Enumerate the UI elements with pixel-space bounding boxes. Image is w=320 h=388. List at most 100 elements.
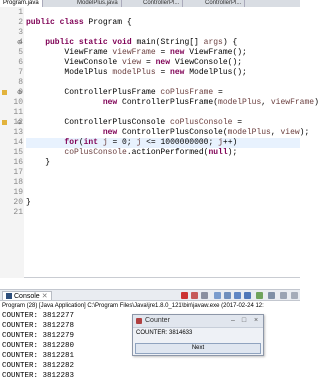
maximize-icon[interactable]: □ (240, 317, 248, 325)
console-tab[interactable]: Console ✕ (2, 291, 52, 300)
code-line[interactable] (26, 108, 300, 118)
remove-launch-icon[interactable] (191, 292, 198, 299)
code-line[interactable]: new ControllerPlusConsole(modelPlus, vie… (26, 128, 309, 138)
code-line[interactable]: public class Program { (26, 18, 300, 28)
line-number: 14 (13, 138, 23, 147)
code-line[interactable]: } (26, 198, 300, 208)
code-line[interactable] (26, 168, 300, 178)
line-number: 1 (18, 8, 23, 17)
variable-token: coPlusConsole (170, 118, 233, 127)
code-line[interactable]: ViewConsole view = new ViewConsole(); (26, 58, 300, 68)
fold-toggle-icon[interactable]: ⊖ (17, 89, 22, 96)
editor-tab-bar: Program.java ModelPlus.java ControllerPl… (0, 0, 300, 7)
fold-toggle-icon[interactable]: ⊖ (17, 39, 22, 46)
code-token: ModelPlus (26, 68, 113, 77)
keyword-token: public (26, 18, 60, 27)
word-wrap-icon[interactable] (234, 292, 241, 299)
code-line[interactable]: ControllerPlusFrame coPlusFrame = (26, 88, 300, 98)
scroll-lock-icon[interactable] (224, 292, 231, 299)
code-line[interactable] (26, 188, 300, 198)
console-line: COUNTER: 3812278 (2, 322, 75, 330)
code-token: = (213, 88, 223, 97)
tab-modelplus-java[interactable]: ModelPlus.java (74, 0, 122, 7)
console-line: COUNTER: 3812282 (2, 362, 75, 370)
variable-token: view (280, 128, 300, 137)
code-editor[interactable]: 1 2 3 4 5 6 7 8 9 10 11 12 13 14 15 16 17 18 19 20 21 ⊖ ⊖ ⊖ pub… (0, 7, 320, 278)
console-line: COUNTER: 3812280 (2, 342, 75, 350)
variable-token: viewFrame (270, 98, 315, 107)
clear-console-icon[interactable] (214, 292, 221, 299)
keyword-token: int (83, 138, 103, 147)
code-line[interactable] (26, 178, 300, 188)
code-line[interactable] (26, 8, 300, 18)
tab-controllerplus-1[interactable]: ControllerPl... (140, 0, 184, 7)
console-line: COUNTER: 3812277 (2, 312, 75, 320)
code-line[interactable] (26, 78, 300, 88)
code-line[interactable]: new ControllerPlusFrame(modelPlus, viewF… (26, 98, 320, 108)
line-number: 6 (18, 58, 23, 67)
code-token: ViewFrame(); (189, 48, 247, 57)
terminate-icon[interactable] (181, 292, 188, 299)
code-line[interactable]: ControllerPlusConsole coPlusConsole = (26, 118, 300, 128)
line-number: 17 (13, 168, 23, 177)
code-line[interactable] (26, 28, 300, 38)
code-token: ModelPlus(); (189, 68, 247, 77)
line-number: 20 (13, 198, 23, 207)
line-number: 18 (13, 178, 23, 187)
console-process-header: Program (28) [Java Application] C:\Progr… (2, 303, 264, 309)
keyword-token: static (78, 38, 113, 47)
code-token: ControllerPlusConsole( (122, 128, 228, 137)
remove-all-icon[interactable] (201, 292, 208, 299)
code-token: ViewFrame (26, 48, 113, 57)
fold-toggle-icon[interactable]: ⊖ (17, 119, 22, 126)
warning-icon[interactable] (2, 90, 7, 95)
code-token: = (155, 48, 171, 57)
show-console-icon[interactable] (244, 292, 251, 299)
line-number-gutter: 1 2 3 4 5 6 7 8 9 10 11 12 13 14 15 16 17 18 19 20 21 ⊖ ⊖ ⊖ (0, 7, 24, 278)
keyword-token: new (170, 48, 190, 57)
code-token: .actionPerformed( (126, 148, 209, 157)
tab-controllerplus-2[interactable]: ControllerPl... (202, 0, 246, 7)
view-menu-icon[interactable] (291, 292, 298, 299)
code-line[interactable]: ModelPlus modelPlus = new ModelPlus(); (26, 68, 300, 78)
pin-console-icon[interactable] (256, 292, 263, 299)
keyword-token: new (155, 58, 175, 67)
keyword-token: for (64, 138, 79, 147)
code-line[interactable]: coPlusConsole.actionPerformed(null); (26, 148, 300, 158)
line-number: 2 (18, 18, 23, 27)
close-icon[interactable]: ✕ (42, 293, 48, 300)
keyword-token: null (208, 148, 228, 157)
tab-program-java[interactable]: Program.java (0, 0, 43, 7)
line-number: 19 (13, 188, 23, 197)
code-line[interactable]: for(int j = 0; j <= 1000000000; j++) (26, 138, 300, 148)
next-button[interactable]: Next (135, 343, 261, 354)
code-token: <= 1000000000; (141, 138, 219, 147)
counter-window[interactable]: Counter – □ × COUNTER: 3814633 Next (132, 314, 264, 356)
console-line: COUNTER: 3812279 (2, 332, 75, 340)
console-icon (6, 293, 12, 299)
minimize-icon[interactable]: – (229, 317, 237, 325)
close-icon[interactable]: × (252, 317, 260, 325)
display-console-icon[interactable] (268, 292, 275, 299)
warning-icon[interactable] (2, 120, 7, 125)
variable-token: modelPlus (218, 98, 262, 107)
variable-token: viewFrame (112, 48, 156, 57)
line-number: 13 (13, 128, 23, 137)
code-token: = (232, 118, 243, 127)
variable-token: view (122, 58, 142, 67)
counter-window-titlebar[interactable]: Counter – □ × (133, 315, 263, 328)
code-line[interactable]: ViewFrame viewFrame = new ViewFrame(); (26, 48, 300, 58)
variable-token: coPlusFrame (160, 88, 214, 97)
code-line[interactable] (26, 208, 300, 218)
open-console-icon[interactable] (280, 292, 287, 299)
counter-value-label: COUNTER: 3814633 (136, 330, 193, 336)
line-number: 5 (18, 48, 23, 57)
code-line[interactable]: } (26, 158, 300, 168)
line-number: 10 (13, 98, 23, 107)
code-line[interactable]: public static void main(String[] args) { (26, 38, 300, 48)
keyword-token: public (45, 38, 79, 47)
